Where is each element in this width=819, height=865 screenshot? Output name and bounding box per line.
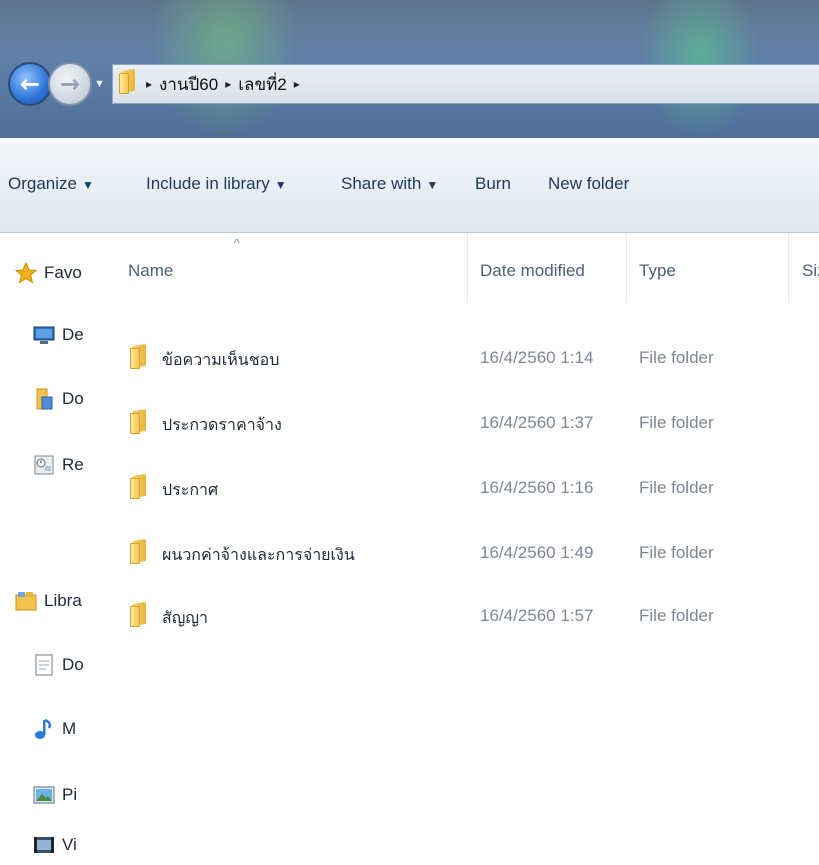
column-header-name[interactable]: Name [128,261,173,281]
file-date-modified: 16/4/2560 1:57 [480,606,594,625]
libraries-icon [14,589,38,613]
column-divider[interactable] [788,233,789,303]
nav-item-libraries[interactable]: Libra [14,587,82,615]
nav-item-label: De [62,325,84,344]
column-header-type[interactable]: Type [639,261,676,281]
command-bar: Organize ▼ Include in library ▼ Share with… [0,138,819,233]
nav-item-label: Libra [44,591,82,610]
nav-item-documents[interactable]: Do [32,651,84,679]
folder-icon [130,603,150,632]
nav-item-recent-places[interactable]: Re [32,451,84,479]
nav-item-desktop[interactable]: De [32,321,84,349]
nav-item-label: Do [62,389,84,408]
arrow-right-icon: → [59,70,81,98]
sort-ascending-icon: ^ [234,236,240,250]
navigation-pane: Favo De Do Re Libra Do M Pi Vi [0,233,112,865]
folder-icon [119,70,139,99]
chevron-down-icon: ▼ [426,178,439,192]
file-type: File folder [639,543,714,562]
file-type: File folder [639,413,714,432]
nav-item-label: Re [62,455,84,474]
recent-pages-dropdown[interactable]: ▼ [94,78,105,90]
breadcrumb-separator[interactable]: ▸ [294,77,300,91]
downloads-folder-icon [32,387,56,411]
new-folder-button[interactable]: New folder [548,174,629,194]
file-type: File folder [639,606,714,625]
arrow-left-icon: ← [19,70,41,98]
file-row[interactable]: สัญญา 16/4/2560 1:57 File folder [112,601,819,631]
breadcrumb-item[interactable]: งานปี60 [159,71,218,98]
file-list: ^ Name Date modified Type Siz ข้อความเห็… [112,233,819,865]
file-date-modified: 16/4/2560 1:16 [480,478,594,497]
nav-item-downloads[interactable]: Do [32,385,84,413]
share-with-button[interactable]: Share with ▼ [341,174,438,194]
folder-icon [130,475,150,504]
nav-item-music[interactable]: M [32,715,76,743]
nav-item-pictures[interactable]: Pi [32,781,77,809]
file-name: ข้อความเห็นชอบ [162,352,280,369]
file-type: File folder [639,348,714,367]
nav-item-label: Vi [62,835,77,854]
file-name: ประกาศ [162,482,219,499]
chevron-down-icon: ▼ [274,178,287,192]
file-name: สัญญา [162,610,209,627]
share-with-label: Share with [341,174,422,193]
nav-item-label: Pi [62,785,78,804]
nav-item-videos[interactable]: Vi [32,831,77,859]
breadcrumb-separator[interactable]: ▸ [225,77,231,91]
include-in-library-label: Include in library [146,174,270,193]
file-date-modified: 16/4/2560 1:14 [480,348,594,367]
music-icon [32,717,56,741]
column-divider[interactable] [467,233,468,303]
documents-icon [32,653,56,677]
folder-icon [130,540,150,569]
videos-icon [32,833,56,857]
chevron-down-icon: ▼ [81,178,94,192]
folder-icon [130,410,150,439]
nav-item-favorites[interactable]: Favo [14,259,82,287]
organize-button[interactable]: Organize ▼ [8,174,94,194]
file-date-modified: 16/4/2560 1:37 [480,413,594,432]
column-header-size[interactable]: Siz [802,261,819,281]
burn-button[interactable]: Burn [475,174,511,194]
file-name: ประกวดราคาจ้าง [162,417,282,434]
file-date-modified: 16/4/2560 1:49 [480,543,594,562]
include-in-library-button[interactable]: Include in library ▼ [146,174,287,194]
breadcrumb-item[interactable]: เลขที่2 [238,71,287,98]
breadcrumb-separator[interactable]: ▸ [146,77,152,91]
address-bar[interactable]: ▸ งานปี60 ▸ เลขที่2 ▸ [112,64,819,104]
back-button[interactable]: ← [8,62,52,106]
file-row[interactable]: ประกวดราคาจ้าง 16/4/2560 1:37 File folde… [112,408,819,438]
file-row[interactable]: ประกาศ 16/4/2560 1:16 File folder [112,473,819,503]
folder-icon [130,345,150,374]
column-header-date-modified[interactable]: Date modified [480,261,585,281]
pictures-icon [32,783,56,807]
recent-places-icon [32,453,56,477]
file-type: File folder [639,478,714,497]
nav-item-label: Favo [44,263,82,282]
nav-item-label: Do [62,655,84,674]
star-icon [14,261,38,285]
file-row[interactable]: ข้อความเห็นชอบ 16/4/2560 1:14 File folde… [112,343,819,373]
file-row[interactable]: ผนวกค่าจ้างและการจ่ายเงิน 16/4/2560 1:49… [112,538,819,568]
forward-button[interactable]: → [48,62,92,106]
organize-label: Organize [8,174,77,193]
nav-item-label: M [62,719,77,738]
desktop-icon [32,323,56,347]
column-divider[interactable] [626,233,627,303]
title-bar: ← → ▼ ▸ งานปี60 ▸ เลขที่2 ▸ [0,0,819,138]
file-name: ผนวกค่าจ้างและการจ่ายเงิน [162,547,355,564]
